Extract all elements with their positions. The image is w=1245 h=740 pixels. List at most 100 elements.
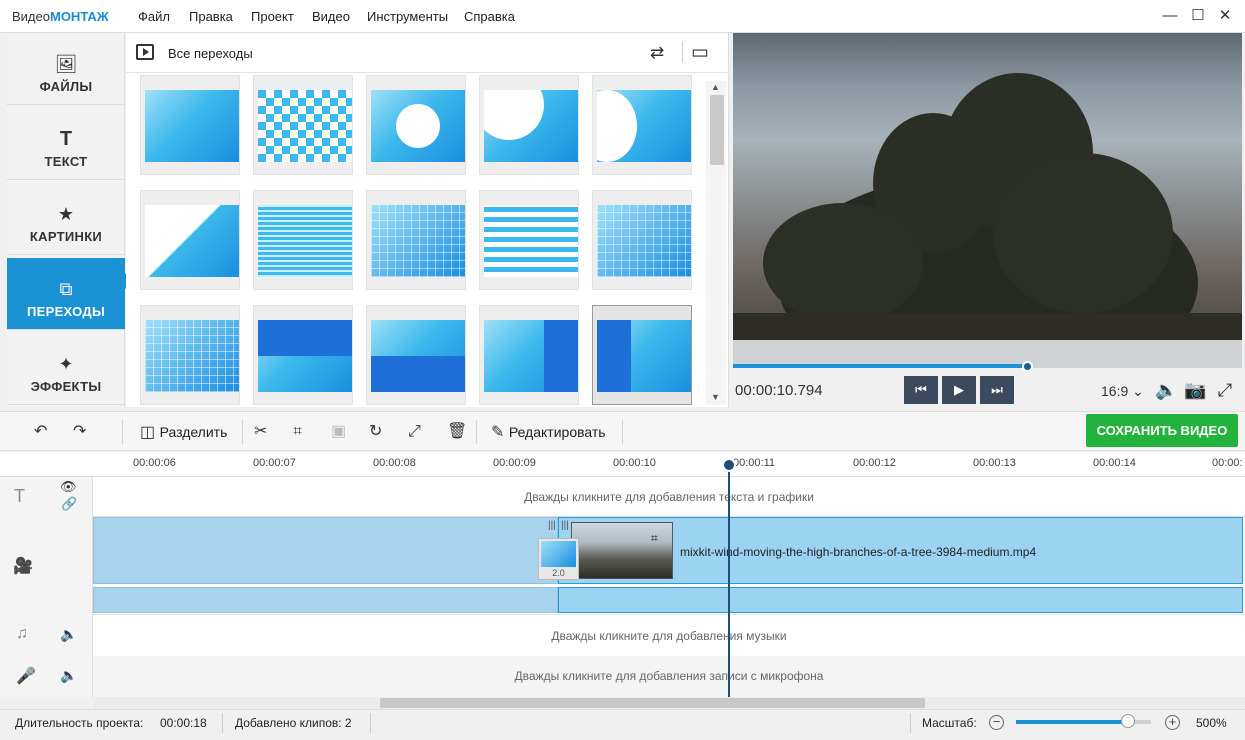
playback-progress-fill bbox=[733, 364, 1029, 368]
transition-thumbnail bbox=[371, 205, 465, 277]
transition-item[interactable] bbox=[140, 190, 240, 290]
freeze-frame-icon[interactable]: ▣ bbox=[331, 422, 346, 442]
transition-item[interactable] bbox=[479, 190, 579, 290]
transition-item[interactable] bbox=[479, 305, 579, 405]
aspect-ratio-dropdown[interactable]: 16:9 ⌄ bbox=[1101, 383, 1144, 400]
music-note-icon: ♫ bbox=[16, 625, 28, 642]
transition-item[interactable] bbox=[366, 305, 466, 405]
transition-item[interactable] bbox=[366, 75, 466, 175]
timeline-scrollbar-thumb[interactable] bbox=[380, 698, 925, 708]
trim-handle-icon[interactable]: ||| bbox=[548, 520, 556, 531]
transition-item[interactable] bbox=[592, 305, 692, 405]
save-video-button[interactable]: СОХРАНИТЬ ВИДЕО bbox=[1086, 414, 1238, 447]
edit-label: Редактировать bbox=[508, 424, 606, 440]
menu-edit[interactable]: Правка bbox=[189, 9, 233, 24]
sidebar-item-transitions[interactable]: ⧉ ПЕРЕХОДЫ bbox=[7, 258, 125, 330]
sidebar-item-label: ТЕКСТ bbox=[44, 154, 88, 169]
video-preview[interactable] bbox=[733, 33, 1242, 340]
divider bbox=[622, 420, 623, 444]
menu-file[interactable]: Файл bbox=[138, 9, 170, 24]
filmstrip-view-icon[interactable]: ▭ bbox=[691, 41, 709, 64]
transition-item[interactable] bbox=[253, 190, 353, 290]
resize-icon[interactable]: ⤢ bbox=[408, 422, 421, 442]
shuffle-icon[interactable]: ⇄ bbox=[650, 43, 664, 63]
crop-icon[interactable]: ⌗ bbox=[293, 422, 302, 442]
rotate-icon[interactable]: ↻ bbox=[369, 422, 382, 442]
menu-help[interactable]: Справка bbox=[464, 9, 515, 24]
fullscreen-icon[interactable]: ⤢ bbox=[1214, 380, 1236, 401]
redo-icon[interactable]: ↷ bbox=[73, 422, 86, 442]
ruler-tick-label: 00:00:10 bbox=[613, 457, 656, 469]
sidebar-item-pictures[interactable]: ★ КАРТИНКИ bbox=[7, 183, 125, 255]
menu-video[interactable]: Видео bbox=[312, 9, 350, 24]
sidebar-item-effects[interactable]: ✦ ЭФФЕКТЫ bbox=[7, 333, 125, 405]
magic-wand-icon: ✦ bbox=[58, 354, 74, 374]
transition-item[interactable] bbox=[366, 190, 466, 290]
close-button[interactable]: ✕ bbox=[1215, 6, 1235, 26]
editing-toolbar: ↶ ↷ ◫ Разделить ✂ ⌗ ▣ ↻ ⤢ 🗑 ✎ Редактиров… bbox=[0, 411, 1245, 451]
playhead[interactable] bbox=[728, 462, 730, 698]
transition-thumbnail bbox=[484, 205, 578, 277]
scissors-icon[interactable]: ✂ bbox=[254, 422, 267, 442]
sidebar-item-label: КАРТИНКИ bbox=[29, 229, 103, 244]
eye-icon[interactable]: 👁 bbox=[60, 479, 77, 495]
split-icon: ◫ bbox=[140, 424, 156, 441]
split-button[interactable]: ◫ Разделить bbox=[140, 422, 227, 443]
sidebar-item-files[interactable]: 🖼 ФАЙЛЫ bbox=[7, 33, 125, 105]
volume-icon[interactable]: 🔈 bbox=[1155, 380, 1177, 401]
link-icon[interactable]: 🔗 bbox=[61, 496, 77, 512]
transition-item[interactable] bbox=[592, 75, 692, 175]
undo-icon[interactable]: ↶ bbox=[34, 422, 47, 442]
zoom-slider-handle[interactable] bbox=[1121, 714, 1136, 728]
menu-project[interactable]: Проект bbox=[251, 9, 294, 24]
trim-handle-icon[interactable]: ||| bbox=[561, 520, 569, 531]
menu-tools[interactable]: Инструменты bbox=[367, 9, 448, 24]
sidebar: 🖼 ФАЙЛЫ T ТЕКСТ ★ КАРТИНКИ ⧉ ПЕРЕХОДЫ ✦ … bbox=[7, 33, 125, 407]
sidebar-item-text[interactable]: T ТЕКСТ bbox=[7, 108, 125, 180]
transition-item[interactable] bbox=[592, 190, 692, 290]
transition-item[interactable] bbox=[253, 305, 353, 405]
scrollbar-thumb[interactable] bbox=[710, 95, 724, 165]
trash-icon[interactable]: 🗑 bbox=[447, 422, 467, 442]
clip-audio[interactable] bbox=[558, 587, 1243, 613]
playhead-handle[interactable] bbox=[722, 458, 736, 472]
transition-item[interactable] bbox=[140, 305, 240, 405]
ruler-tick-label: 00:00:13 bbox=[973, 457, 1016, 469]
sidebar-item-label: ФАЙЛЫ bbox=[39, 79, 93, 94]
scroll-up-icon[interactable]: ▲ bbox=[711, 82, 720, 92]
transition-thumbnail bbox=[484, 320, 578, 392]
transition-duration: 2.0 bbox=[552, 568, 565, 578]
next-frame-button[interactable]: ⏭ bbox=[980, 376, 1014, 404]
camera-icon[interactable]: 📷 bbox=[1184, 380, 1206, 401]
edit-button[interactable]: ✎ Редактировать bbox=[491, 422, 606, 443]
previous-frame-button[interactable]: ⏮ bbox=[904, 376, 938, 404]
microphone-icon: 🎤 bbox=[16, 668, 36, 685]
zoom-in-icon[interactable]: + bbox=[1165, 715, 1180, 730]
ruler-tick-label: 00:00:12 bbox=[853, 457, 896, 469]
text-track-hint: Дважды кликните для добавления текста и … bbox=[524, 490, 814, 504]
transition-thumbnail bbox=[371, 320, 465, 392]
crop-badge-icon[interactable]: ⌗ bbox=[651, 531, 658, 546]
transition-item[interactable] bbox=[140, 75, 240, 175]
music-track-hint: Дважды кликните для добавления музыки bbox=[551, 629, 787, 643]
minimize-button[interactable]: — bbox=[1160, 6, 1180, 26]
clip-audio-previous[interactable] bbox=[93, 587, 558, 613]
playback-progress-handle[interactable] bbox=[1022, 361, 1034, 372]
music-track[interactable]: Дважды кликните для добавления музыки bbox=[93, 614, 1245, 656]
transition-item[interactable] bbox=[479, 75, 579, 175]
transition-item[interactable] bbox=[253, 75, 353, 175]
scroll-down-icon[interactable]: ▼ bbox=[711, 392, 720, 402]
star-icon: ★ bbox=[57, 204, 75, 224]
transition-thumbnail bbox=[597, 320, 691, 392]
text-track[interactable]: Дважды кликните для добавления текста и … bbox=[93, 477, 1245, 517]
mic-volume-icon[interactable]: 🔈 bbox=[60, 667, 77, 684]
music-volume-icon[interactable]: 🔈 bbox=[60, 626, 77, 643]
divider bbox=[370, 713, 371, 733]
maximize-button[interactable]: ☐ bbox=[1188, 6, 1208, 26]
video-clip-previous[interactable] bbox=[93, 517, 558, 584]
transition-marker[interactable]: 2.0 bbox=[538, 538, 579, 580]
ruler-tick-label: 00:00:09 bbox=[493, 457, 536, 469]
play-button[interactable]: ▶ bbox=[942, 376, 976, 404]
zoom-out-icon[interactable]: − bbox=[989, 715, 1004, 730]
mic-track[interactable]: Дважды кликните для добавления записи с … bbox=[93, 656, 1245, 697]
